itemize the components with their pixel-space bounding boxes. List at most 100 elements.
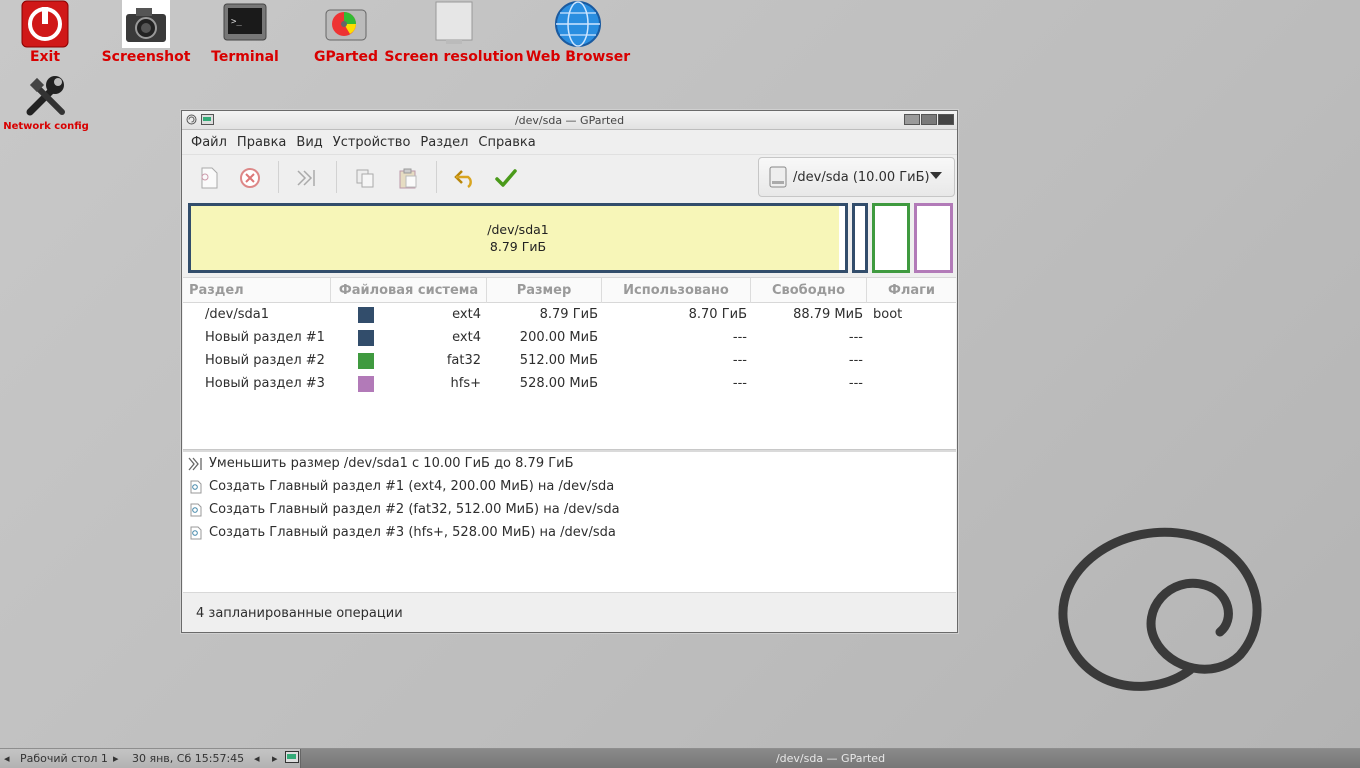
desktop-icon-label: Web Browser: [525, 49, 631, 65]
next-clock-icon[interactable]: ▸: [272, 752, 278, 765]
partition-block-size: 8.79 ГиБ: [489, 239, 547, 254]
status-text: 4 запланированные операции: [196, 605, 403, 621]
prev-clock-icon[interactable]: ◂: [254, 752, 260, 765]
delete-icon: [240, 168, 260, 188]
globe-icon: [554, 0, 602, 48]
task-label: /dev/sda — GParted: [775, 752, 886, 765]
fs-color-swatch: [358, 329, 374, 346]
partition-flags: boot: [873, 307, 903, 322]
resize-icon: [297, 170, 315, 186]
desktop-icon-screen-resolution[interactable]: Screen resolution: [384, 0, 524, 65]
desktop-icon-screenshot[interactable]: Screenshot: [101, 0, 191, 65]
partition-name: Новый раздел #2: [205, 353, 325, 368]
undo-button[interactable]: [452, 165, 478, 191]
table-row[interactable]: Новый раздел #2 fat32 512.00 МиБ --- ---: [183, 349, 956, 372]
menu-device[interactable]: Устройство: [328, 135, 416, 150]
partition-fs: hfs+: [450, 376, 481, 391]
column-flags[interactable]: Флаги: [867, 278, 956, 303]
partition-block-new-2[interactable]: [872, 203, 910, 273]
new-icon: [187, 502, 205, 518]
column-used[interactable]: Использовано: [602, 278, 751, 303]
menu-partition[interactable]: Раздел: [415, 135, 473, 150]
column-filesystem[interactable]: Файловая система: [331, 278, 487, 303]
partition-used: ---: [732, 330, 747, 345]
desktop-icon-label: Screenshot: [101, 49, 191, 65]
partition-size: 512.00 МиБ: [519, 353, 598, 368]
minimize-button[interactable]: [904, 114, 920, 125]
partition-size: 200.00 МиБ: [519, 330, 598, 345]
close-button[interactable]: [938, 114, 954, 125]
chevron-down-icon: [930, 172, 942, 179]
gparted-icon: [322, 0, 370, 48]
paste-button[interactable]: [395, 165, 421, 191]
operation-text: Создать Главный раздел #2 (fat32, 512.00…: [209, 502, 620, 517]
delete-partition-button[interactable]: [237, 165, 263, 191]
partition-fs: ext4: [452, 307, 481, 322]
operation-item[interactable]: Создать Главный раздел #3 (hfs+, 528.00 …: [183, 521, 956, 544]
partition-block-new-1[interactable]: [852, 203, 868, 273]
taskbar: ◂ Рабочий стол 1 ▸ 30 янв, Сб 15:57:45 ◂…: [0, 748, 1360, 768]
table-row[interactable]: Новый раздел #1 ext4 200.00 МиБ --- ---: [183, 326, 956, 349]
maximize-button[interactable]: [921, 114, 937, 125]
table-header: Раздел Файловая система Размер Использов…: [183, 278, 956, 303]
debian-swirl-logo: [1058, 527, 1262, 691]
desktop-icon-network-config[interactable]: Network config: [3, 72, 89, 132]
partition-block-new-3[interactable]: [914, 203, 953, 273]
menubar: Файл Правка Вид Устройство Раздел Справк…: [182, 130, 957, 154]
desktop-icon-label: Network config: [3, 121, 89, 132]
copy-icon: [356, 169, 374, 188]
status-bar: 4 запланированные операции: [183, 594, 956, 632]
table-row[interactable]: /dev/sda1 ext4 8.79 ГиБ 8.70 ГиБ 88.79 М…: [183, 303, 956, 326]
operation-text: Создать Главный раздел #1 (ext4, 200.00 …: [209, 479, 615, 494]
menu-file[interactable]: Файл: [186, 135, 232, 150]
disk-icon: [769, 166, 787, 188]
desktop-icon-exit[interactable]: Exit: [20, 0, 70, 65]
desktop-switcher[interactable]: Рабочий стол 1: [20, 752, 108, 765]
next-desktop-icon[interactable]: ▸: [113, 752, 119, 765]
partition-name: Новый раздел #1: [205, 330, 325, 345]
partition-used: ---: [732, 376, 747, 391]
operation-text: Создать Главный раздел #3 (hfs+, 528.00 …: [209, 525, 616, 540]
gparted-task-icon: [285, 751, 299, 766]
partition-block-sda1[interactable]: /dev/sda1 8.79 ГиБ: [188, 203, 848, 273]
terminal-icon: >_: [221, 0, 269, 48]
undo-icon: [454, 170, 472, 188]
partition-free: ---: [848, 353, 863, 368]
window-titlebar[interactable]: /dev/sda — GParted: [182, 111, 957, 130]
monitor-icon: [430, 0, 478, 48]
partition-free: ---: [848, 330, 863, 345]
desktop-icon-label: GParted: [314, 49, 378, 65]
operation-item[interactable]: Уменьшить размер /dev/sda1 с 10.00 ГиБ д…: [183, 452, 956, 475]
fs-color-swatch: [358, 375, 374, 392]
column-partition[interactable]: Раздел: [183, 278, 331, 303]
window-title: /dev/sda — GParted: [514, 114, 625, 127]
table-row[interactable]: Новый раздел #3 hfs+ 528.00 МиБ --- ---: [183, 372, 956, 395]
desktop-icon-gparted[interactable]: GParted: [306, 0, 386, 65]
new-icon: [201, 167, 218, 189]
partition-table: Раздел Файловая система Размер Использов…: [183, 277, 956, 449]
menu-edit[interactable]: Правка: [232, 135, 291, 150]
operation-item[interactable]: Создать Главный раздел #2 (fat32, 512.00…: [183, 498, 956, 521]
apply-button[interactable]: [493, 165, 519, 191]
menu-help[interactable]: Справка: [473, 135, 540, 150]
desktop-icon-web-browser[interactable]: Web Browser: [526, 0, 630, 65]
partition-free: ---: [848, 376, 863, 391]
resize-move-button[interactable]: [294, 165, 320, 191]
new-partition-button[interactable]: [196, 165, 222, 191]
column-size[interactable]: Размер: [487, 278, 602, 303]
paste-icon: [399, 168, 417, 189]
menu-view[interactable]: Вид: [291, 135, 327, 150]
gparted-window: /dev/sda — GParted Файл Правка Вид Устро…: [181, 110, 958, 633]
clock: 30 янв, Сб 15:57:45: [132, 752, 245, 765]
camera-icon: [122, 0, 170, 48]
copy-button[interactable]: [352, 165, 378, 191]
operation-item[interactable]: Создать Главный раздел #1 (ext4, 200.00 …: [183, 475, 956, 498]
partition-used: 8.70 ГиБ: [688, 307, 747, 322]
fs-color-swatch: [358, 352, 374, 369]
desktop-icon-terminal[interactable]: >_ Terminal: [205, 0, 285, 65]
column-free[interactable]: Свободно: [751, 278, 867, 303]
prev-desktop-icon[interactable]: ◂: [4, 752, 10, 765]
taskbar-task-gparted[interactable]: /dev/sda — GParted: [300, 749, 1360, 768]
fs-color-swatch: [358, 306, 374, 323]
device-selector[interactable]: /dev/sda (10.00 ГиБ): [758, 157, 955, 197]
